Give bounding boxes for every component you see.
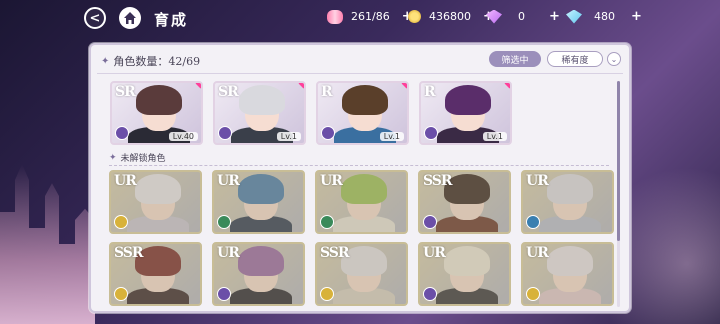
rarity-badge: SR [115,84,136,100]
resource-coin: 436800 + [408,9,494,24]
rarity-sort-button[interactable]: 稀有度 [547,51,603,67]
back-arrow-icon: < [89,10,101,26]
element-icon [320,215,334,229]
coin-icon [408,10,421,23]
character-hair [445,85,491,115]
locked-character-card[interactable]: UR [212,170,305,234]
locked-character-card[interactable]: SSR [418,170,511,234]
section-divider [109,165,609,166]
locked-character-card[interactable]: SSR [109,242,202,306]
sparkle-icon: ✦ [109,152,117,163]
level-label: Lv.1 [276,132,301,141]
rarity-badge: UR [526,173,549,189]
new-marker-icon [504,83,510,89]
sparkle-icon: ✦ [101,55,110,67]
owned-character-card[interactable]: R Lv.1 [419,81,512,145]
owned-character-card[interactable]: SR Lv.40 [110,81,203,145]
filter-button[interactable]: 筛选中 [489,51,541,67]
element-icon [217,287,231,301]
blue-gem-icon [566,9,582,24]
new-marker-icon [195,83,201,89]
rarity-badge: UR [423,245,446,261]
locked-character-card[interactable]: SSR [315,242,408,306]
level-label: Lv.40 [168,132,198,141]
element-icon [423,215,437,229]
home-icon [124,12,136,24]
rarity-badge: SSR [320,245,350,261]
rarity-badge: R [321,84,333,100]
locked-character-card[interactable]: UR [418,242,511,306]
header-divider [97,73,623,74]
rarity-badge: UR [526,245,549,261]
rarity-badge: SR [218,84,239,100]
locked-character-card[interactable]: UR [521,242,614,306]
rarity-badge: UR [114,173,137,189]
resource-candy: 261/86 + [327,9,413,24]
element-icon [320,287,334,301]
scroll-thumb[interactable] [617,81,620,241]
purple-gem-icon [486,9,502,24]
home-button[interactable] [119,7,141,29]
locked-section-title: ✦ 未解锁角色 [109,151,166,165]
scrollbar[interactable] [617,81,620,307]
character-hair [239,85,285,115]
rarity-badge: UR [217,173,240,189]
level-label: Lv.1 [379,132,404,141]
element-icon [217,215,231,229]
rarity-badge: R [424,84,436,100]
locked-character-card[interactable]: UR [521,170,614,234]
locked-section-label: 未解锁角色 [120,154,166,164]
new-marker-icon [298,83,304,89]
character-hair [342,85,388,115]
element-icon [526,215,540,229]
element-icon [423,287,437,301]
resource-value: 261/86 [351,10,390,23]
rarity-badge: UR [217,245,240,261]
character-hair [136,85,182,115]
character-count: ✦ 角色数量：42/69 [101,53,200,69]
top-bar: < 育成 261/86 + 436800 + 0 + 480 + [0,0,720,36]
owned-character-card[interactable]: SR Lv.1 [213,81,306,145]
locked-character-card[interactable]: UR [315,170,408,234]
element-icon [115,126,129,140]
rarity-badge: SSR [114,245,144,261]
resource-value: 480 [594,10,615,23]
resource-blue-gem: 480 + [566,9,642,24]
element-icon [114,287,128,301]
element-icon [114,215,128,229]
chevron-down-icon: ⌄ [610,54,618,64]
element-icon [218,126,232,140]
candy-icon [327,9,343,24]
back-button[interactable]: < [84,7,106,29]
sort-order-button[interactable]: ⌄ [607,52,621,66]
element-icon [526,287,540,301]
add-purple-gem-button[interactable]: + [549,9,560,24]
resource-purple-gem: 0 + [486,9,560,24]
rarity-badge: UR [320,173,343,189]
element-icon [424,126,438,140]
character-count-label: 角色数量：42/69 [113,55,201,68]
locked-character-card[interactable]: UR [109,170,202,234]
add-blue-gem-button[interactable]: + [631,9,642,24]
resource-value: 0 [518,10,525,23]
locked-character-card[interactable]: UR [212,242,305,306]
rarity-badge: SSR [423,173,453,189]
owned-character-card[interactable]: R Lv.1 [316,81,409,145]
background-castle [0,164,95,324]
character-panel: ✦ 角色数量：42/69 筛选中 稀有度 ⌄ SR Lv.40 SR Lv.1 R Lv.… [89,43,631,313]
page-title: 育成 [154,11,189,29]
level-label: Lv.1 [482,132,507,141]
element-icon [321,126,335,140]
new-marker-icon [401,83,407,89]
resource-value: 436800 [429,10,471,23]
